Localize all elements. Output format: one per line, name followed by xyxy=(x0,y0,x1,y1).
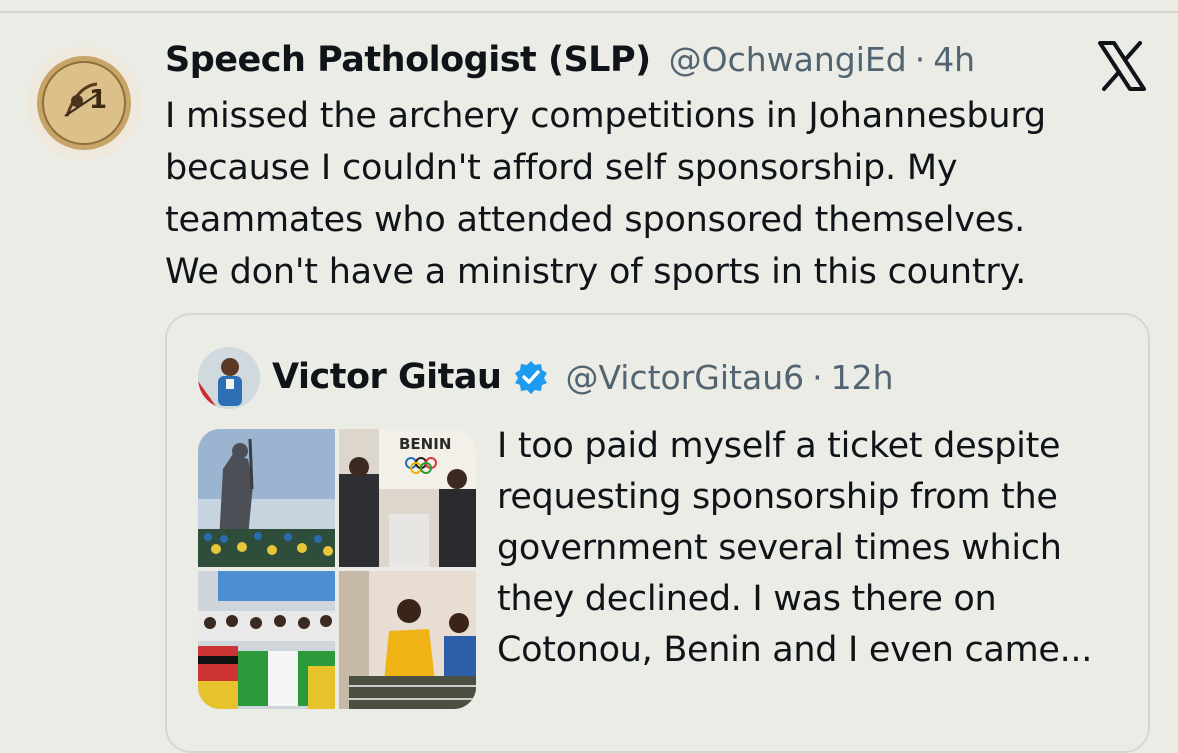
quoted-author-handle[interactable]: @VictorGitau6 xyxy=(565,358,804,397)
quoted-tweet-header: Victor Gitau @VictorGitau6 · 12h xyxy=(272,352,894,402)
tweet-header: Speech Pathologist (SLP) @OchwangiEd · 4… xyxy=(165,40,975,90)
meta-separator: · xyxy=(914,40,926,79)
quoted-tweet-timestamp[interactable]: 12h xyxy=(831,358,894,397)
author-name[interactable]: Speech Pathologist (SLP) xyxy=(165,40,651,80)
verified-badge-icon xyxy=(515,361,548,394)
author-handle[interactable]: @OchwangiEd xyxy=(669,40,907,79)
media-photo-foosball[interactable] xyxy=(339,571,476,709)
archery-medal-avatar-icon: 1 xyxy=(27,46,141,160)
svg-text:1: 1 xyxy=(89,85,107,115)
quoted-tweet-text: I too paid myself a ticket despite reque… xyxy=(497,426,1093,670)
tweet-timestamp[interactable]: 4h xyxy=(933,40,975,79)
x-logo-icon[interactable] xyxy=(1096,40,1148,92)
banner-text: BENIN xyxy=(399,435,451,453)
media-photo-benin-interview[interactable]: BENIN xyxy=(339,429,476,567)
tweet-text: I missed the archery competitions in Joh… xyxy=(165,96,1046,292)
quoted-meta-separator: · xyxy=(812,357,823,397)
quoted-author-avatar[interactable] xyxy=(198,347,260,409)
person-avatar-icon xyxy=(198,347,260,409)
media-grid[interactable]: BENIN xyxy=(198,429,476,709)
media-photo-statue-crowd[interactable] xyxy=(198,429,335,567)
media-photo-team-flags[interactable] xyxy=(198,571,335,709)
top-divider xyxy=(0,11,1178,13)
quoted-author-name[interactable]: Victor Gitau xyxy=(272,357,502,397)
author-avatar[interactable]: 1 xyxy=(27,46,141,160)
